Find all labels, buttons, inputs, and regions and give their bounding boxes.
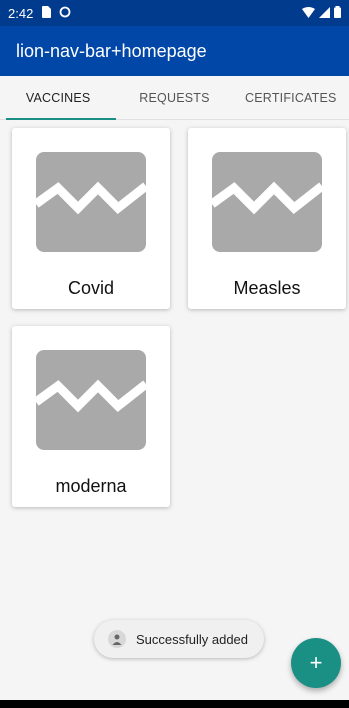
vaccine-card-label: moderna [55,476,127,496]
signal-icon [319,6,330,21]
sync-icon [59,6,71,21]
add-vaccine-button[interactable]: + [291,638,341,688]
tab-requests-label: REQUESTS [139,90,210,105]
vaccine-card-moderna[interactable]: moderna [12,326,170,507]
tab-certificates-label: CERTIFICATES [245,90,337,105]
status-time: 2:42 [8,5,34,21]
add-icon: + [309,650,323,675]
tab-vaccines-label: VACCINES [25,90,91,105]
app-title: lion-nav-bar+homepage [16,40,207,61]
vaccine-card-measles[interactable]: Measles [188,128,346,309]
battery-icon [334,5,341,21]
sim-icon [41,5,52,21]
tab-requests[interactable]: REQUESTS [116,76,232,119]
app-bar: lion-nav-bar+homepage [0,26,349,76]
status-bar: 2:42 [0,0,349,26]
wifi-icon [302,6,315,21]
image-placeholder-icon [33,152,149,252]
toast-text: Successfully added [136,631,249,647]
toast-message: Successfully added [94,620,264,658]
system-nav-bar [0,700,349,708]
vaccine-card-label: Covid [67,278,115,298]
tab-bar: VACCINES REQUESTS CERTIFICATES [0,76,349,120]
image-placeholder-icon [209,152,325,252]
app-icon [108,630,126,648]
image-placeholder-icon [33,350,149,450]
tab-vaccines[interactable]: VACCINES [0,76,117,120]
tab-certificates[interactable]: CERTIFICATES [233,76,349,119]
vaccine-card-covid[interactable]: Covid [12,128,170,309]
vaccine-card-label: Measles [233,278,301,298]
